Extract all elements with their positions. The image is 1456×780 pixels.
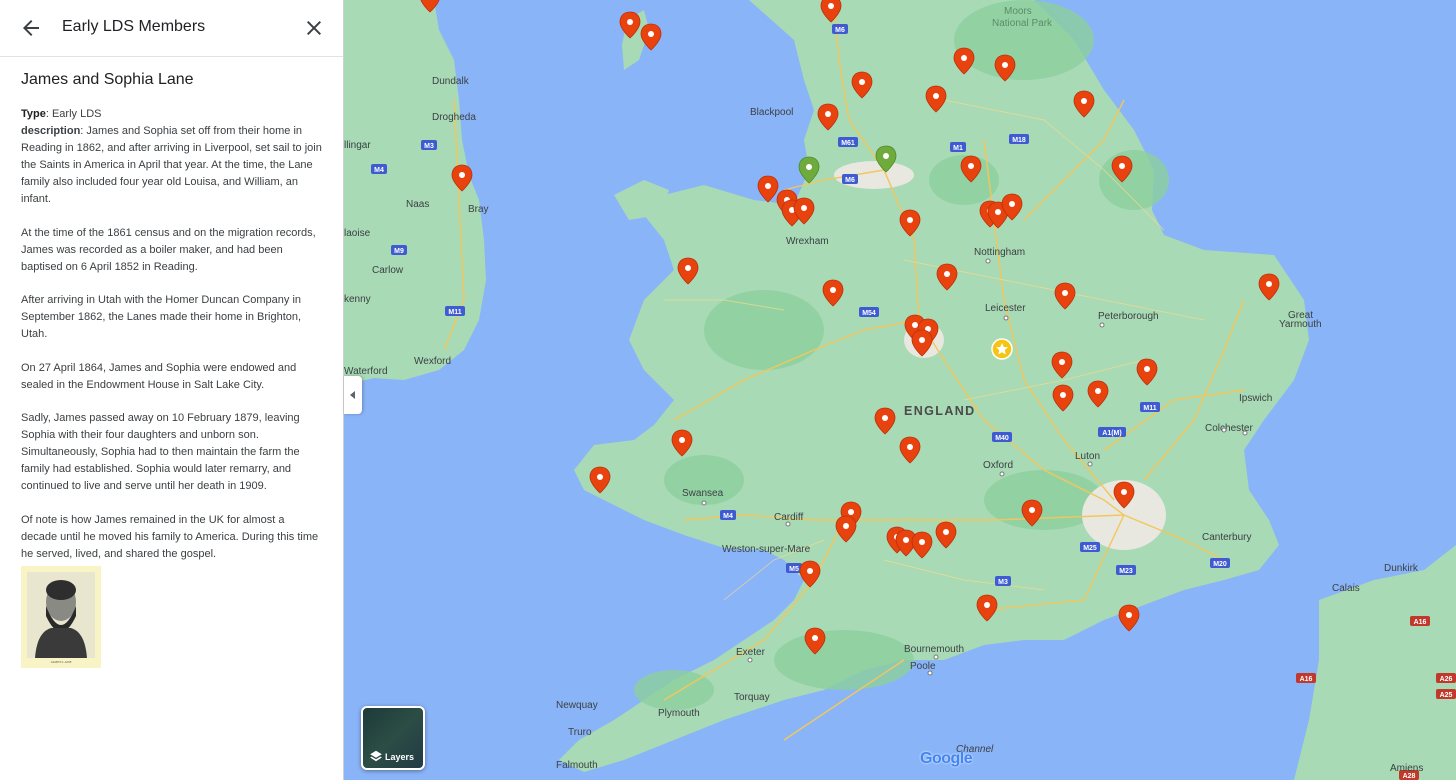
place-label: Exeter — [736, 647, 766, 658]
svg-text:M4: M4 — [723, 513, 733, 520]
svg-text:M23: M23 — [1119, 568, 1133, 575]
type-value: : Early LDS — [45, 108, 102, 120]
place-label: Amiens — [1390, 763, 1423, 774]
svg-text:M9: M9 — [394, 248, 404, 255]
google-logo-text: Google — [920, 750, 973, 767]
layers-icon — [370, 750, 382, 762]
portrait-image[interactable]: JAMES LANE — [21, 566, 101, 668]
place-label: kenny — [344, 294, 371, 305]
svg-text:A1(M): A1(M) — [1102, 430, 1121, 437]
svg-text:M1: M1 — [953, 145, 963, 152]
google-logo: Google — [920, 750, 973, 768]
chevron-left-icon — [350, 391, 355, 399]
description-label: description — [21, 125, 81, 137]
place-label: Drogheda — [432, 112, 476, 123]
portrait-drawing: JAMES LANE — [27, 572, 95, 664]
place-label: Nottingham — [974, 247, 1025, 258]
park-label: National Park — [992, 18, 1053, 29]
svg-text:A16: A16 — [1414, 619, 1427, 626]
svg-text:M20: M20 — [1213, 561, 1227, 568]
place-label: Wexford — [414, 356, 451, 367]
place-label: Truro — [568, 727, 592, 738]
place-label: Plymouth — [658, 708, 700, 719]
svg-text:M4: M4 — [374, 167, 384, 174]
svg-text:M5: M5 — [789, 566, 799, 573]
svg-text:M25: M25 — [1083, 545, 1097, 552]
place-label: Weston-super-Mare — [722, 544, 811, 555]
layers-button[interactable]: Layers — [361, 706, 425, 770]
svg-text:A16: A16 — [1300, 676, 1313, 683]
place-label: Poole — [910, 661, 936, 672]
place-label: Newquay — [556, 700, 598, 711]
paragraph: At the time of the 1861 census and on th… — [21, 226, 316, 273]
place-label: Dundalk — [432, 76, 470, 87]
entry-title: James and Sophia Lane — [21, 71, 194, 88]
place-label: Bray — [468, 204, 489, 215]
star-marker[interactable] — [991, 338, 1013, 360]
svg-text:M3: M3 — [998, 579, 1008, 586]
layers-label: Layers — [385, 752, 415, 762]
type-label: Type — [21, 108, 46, 120]
paragraph-text: : James and Sophia set off from their ho… — [21, 125, 322, 205]
place-label: llingar — [344, 140, 371, 151]
panel-header: Early LDS Members — [0, 0, 343, 57]
place-label: Leicester — [985, 303, 1026, 314]
svg-text:M6: M6 — [835, 27, 845, 34]
place-label: Blackpool — [750, 107, 793, 118]
place-label: Bournemouth — [904, 644, 964, 655]
back-button[interactable] — [18, 16, 44, 40]
description-paragraph: description: James and Sophia set off fr… — [21, 123, 322, 208]
svg-text:M54: M54 — [862, 310, 876, 317]
place-label: Cardiff — [774, 512, 803, 523]
place-label: Swansea — [682, 488, 724, 499]
paragraph: On 27 April 1864, James and Sophia were … — [21, 361, 297, 391]
close-icon — [307, 21, 321, 35]
panel-title: Early LDS Members — [62, 18, 206, 35]
svg-text:M61: M61 — [841, 140, 855, 147]
svg-text:A28: A28 — [1403, 773, 1416, 780]
place-label: Falmouth — [556, 760, 598, 771]
arrow-back-icon — [23, 20, 39, 36]
svg-text:M40: M40 — [995, 435, 1009, 442]
place-label: Wrexham — [786, 236, 829, 247]
country-label: ENGLAND — [904, 404, 976, 418]
paragraph: Of note is how James remained in the UK … — [21, 513, 319, 560]
place-label: Peterborough — [1098, 311, 1159, 322]
entry-content: James and Sophia Lane Type: Early LDS de… — [0, 57, 343, 668]
place-label: Oxford — [983, 460, 1013, 471]
paragraph: After arriving in Utah with the Homer Du… — [21, 294, 302, 340]
close-button[interactable] — [302, 16, 326, 40]
park-label: Moors — [1004, 6, 1032, 17]
place-label: Dunkirk — [1384, 563, 1419, 574]
svg-text:M6: M6 — [845, 177, 855, 184]
svg-text:M11: M11 — [1143, 405, 1156, 412]
place-label: Ipswich — [1239, 393, 1272, 404]
collapse-panel-button[interactable] — [344, 376, 362, 414]
details-panel: Early LDS Members James and Sophia Lane … — [0, 0, 344, 780]
type-field: Type: Early LDS — [21, 106, 322, 123]
paragraph: Sadly, James passed away on 10 February … — [21, 412, 300, 492]
place-label: Luton — [1075, 451, 1100, 462]
svg-text:M3: M3 — [424, 143, 434, 150]
map-svg: M6 M61 M6 M1 M18 M3 M4 M9 M11 M54 M40 A1… — [344, 0, 1456, 780]
svg-text:M18: M18 — [1012, 137, 1026, 144]
place-label: laoise — [344, 228, 371, 239]
svg-text:A26: A26 — [1440, 676, 1453, 683]
place-label: Calais — [1332, 583, 1360, 594]
svg-text:A25: A25 — [1440, 692, 1453, 699]
place-label: Yarmouth — [1279, 319, 1322, 330]
map-canvas[interactable]: M6 M61 M6 M1 M18 M3 M4 M9 M11 M54 M40 A1… — [344, 0, 1456, 780]
place-label: Torquay — [734, 692, 770, 703]
place-label: Canterbury — [1202, 532, 1251, 543]
svg-text:M11: M11 — [448, 309, 461, 316]
place-label: Carlow — [372, 265, 404, 276]
place-label: Naas — [406, 199, 429, 210]
portrait-caption: JAMES LANE — [50, 660, 71, 664]
